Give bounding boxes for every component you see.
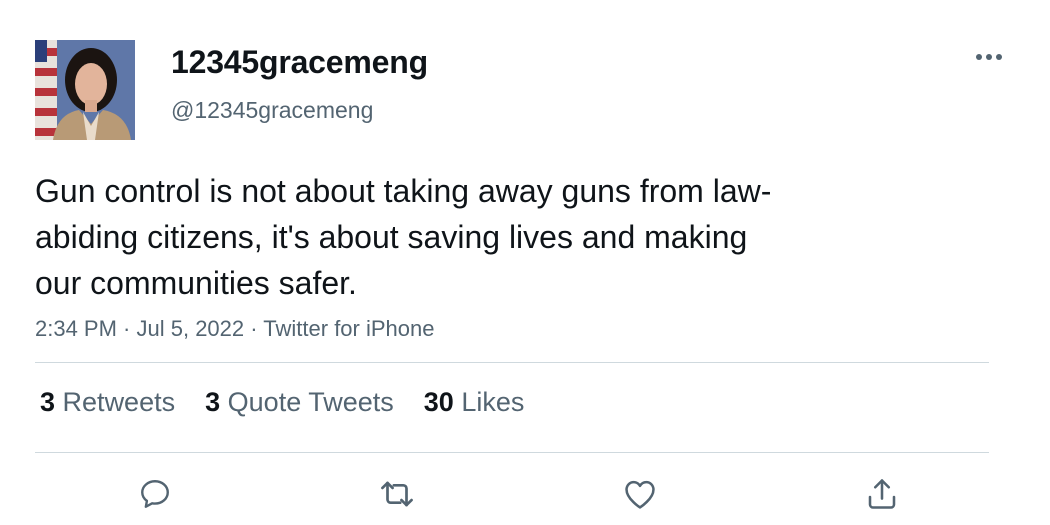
share-button[interactable] [862, 474, 902, 514]
retweet-icon [381, 481, 413, 507]
more-options-button[interactable] [968, 44, 1010, 70]
likes-label: Likes [461, 387, 525, 417]
tweet-text: Gun control is not about taking away gun… [35, 168, 935, 306]
retweet-button[interactable] [377, 474, 417, 514]
heart-icon [625, 480, 655, 509]
retweets-label: Retweets [62, 387, 176, 417]
author-handle[interactable]: @12345gracemeng [171, 97, 373, 124]
tweet-source[interactable]: Twitter for iPhone [263, 316, 434, 341]
more-icon-dot [976, 54, 982, 60]
quote-tweets-count: 3 [205, 387, 221, 417]
tweet-stats: 3 Retweets 3 Quote Tweets 30 Likes [40, 387, 524, 418]
divider-top [35, 362, 989, 363]
tweet-text-line: abiding citizens, it's about saving live… [35, 219, 748, 255]
more-icon-dot [986, 54, 992, 60]
author-display-name[interactable]: 12345gracemeng [171, 44, 428, 81]
retweets-stat[interactable]: 3 Retweets [40, 387, 175, 418]
tweet-text-line: Gun control is not about taking away gun… [35, 173, 772, 209]
meta-separator: · [244, 316, 264, 341]
more-icon-dot [996, 54, 1002, 60]
quote-tweets-label: Quote Tweets [227, 387, 394, 417]
meta-separator: · [116, 316, 137, 341]
tweet-time[interactable]: 2:34 PM [35, 316, 117, 341]
quote-tweets-stat[interactable]: 3 Quote Tweets [205, 387, 394, 418]
avatar-image [35, 40, 135, 140]
reply-icon [141, 480, 169, 508]
reply-button[interactable] [135, 474, 175, 514]
likes-stat[interactable]: 30 Likes [424, 387, 525, 418]
retweets-count: 3 [40, 387, 56, 417]
tweet-meta: 2:34 PM · Jul 5, 2022 · Twitter for iPho… [35, 316, 434, 342]
like-button[interactable] [620, 474, 660, 514]
likes-count: 30 [423, 387, 454, 417]
tweet-text-line: our communities safer. [35, 265, 357, 301]
share-icon [868, 479, 896, 509]
avatar[interactable] [35, 40, 135, 140]
tweet-date[interactable]: Jul 5, 2022 [137, 316, 245, 341]
divider-bottom [35, 452, 989, 453]
